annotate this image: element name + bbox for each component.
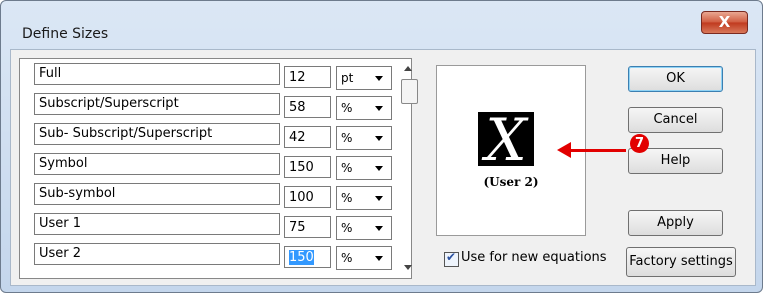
size-label: Symbol — [34, 153, 280, 175]
unit-dropdown[interactable]: % — [336, 186, 392, 210]
unit-value: % — [341, 221, 353, 235]
apply-button[interactable]: Apply — [628, 210, 723, 236]
size-list: Full 12 pt Subscript/Superscript 58 % Su… — [19, 58, 418, 279]
unit-dropdown[interactable]: % — [336, 156, 392, 180]
factory-settings-button[interactable]: Factory settings — [626, 247, 736, 277]
size-value-input[interactable]: 58 — [284, 96, 331, 118]
size-row-sub-subscript: Sub- Subscript/Superscript 42 % — [20, 119, 411, 150]
size-row-symbol: Symbol 150 % — [20, 149, 411, 180]
unit-value: % — [341, 101, 353, 115]
size-value-text: 150 — [289, 250, 314, 265]
scroll-up-icon[interactable] — [404, 66, 412, 71]
define-sizes-dialog: Define Sizes X Full 12 pt Subscript/Supe… — [0, 0, 763, 293]
size-label: Full — [34, 63, 280, 85]
unit-dropdown[interactable]: % — [336, 96, 392, 120]
preview-caption: (User 2) — [483, 175, 539, 189]
unit-value: pt — [341, 71, 354, 85]
close-icon: X — [718, 13, 731, 31]
size-label: Sub- Subscript/Superscript — [34, 123, 280, 145]
dialog-client-area: Full 12 pt Subscript/Superscript 58 % Su… — [10, 49, 756, 286]
size-row-sub-symbol: Sub-symbol 100 % — [20, 179, 411, 210]
size-value-input[interactable]: 42 — [284, 126, 331, 148]
size-value-text: 42 — [289, 130, 306, 145]
unit-dropdown[interactable]: % — [336, 126, 392, 150]
close-button[interactable]: X — [701, 11, 748, 34]
unit-value: % — [341, 191, 353, 205]
annotation-arrow-icon — [557, 142, 571, 158]
size-value-input-selected[interactable]: 150 — [284, 246, 331, 268]
dropdown-arrow-icon — [375, 256, 383, 261]
size-value-text: 58 — [289, 100, 306, 115]
unit-dropdown[interactable]: % — [336, 216, 392, 240]
size-value-input[interactable]: 100 — [284, 186, 331, 208]
size-value-input[interactable]: 12 — [284, 66, 331, 88]
size-label: Sub-symbol — [34, 183, 280, 205]
dropdown-arrow-icon — [375, 136, 383, 141]
scroll-thumb[interactable] — [401, 79, 418, 104]
dropdown-arrow-icon — [375, 166, 383, 171]
size-value-text: 100 — [289, 190, 314, 205]
cancel-button[interactable]: Cancel — [628, 107, 723, 133]
size-value-input[interactable]: 150 — [284, 156, 331, 178]
size-row-user1: User 1 75 % — [20, 209, 411, 240]
size-value-input[interactable]: 75 — [284, 216, 331, 238]
scroll-down-icon[interactable] — [404, 265, 412, 270]
unit-value: % — [341, 251, 353, 265]
checkmark-icon: ✔ — [446, 250, 457, 264]
unit-dropdown[interactable]: pt — [336, 66, 392, 90]
unit-value: % — [341, 161, 353, 175]
preview-glyph: X — [478, 111, 534, 169]
dialog-title: Define Sizes — [22, 26, 109, 42]
unit-dropdown[interactable]: % — [336, 246, 392, 270]
title-bar[interactable]: Define Sizes X — [1, 1, 762, 49]
dropdown-arrow-icon — [375, 196, 383, 201]
dropdown-arrow-icon — [375, 76, 383, 81]
size-row-subscript: Subscript/Superscript 58 % — [20, 89, 411, 120]
use-for-new-equations-checkbox[interactable]: ✔ — [444, 250, 459, 267]
step-badge: 7 — [630, 134, 649, 153]
size-value-text: 12 — [289, 70, 306, 85]
size-row-full: Full 12 pt — [20, 59, 411, 90]
checkbox-label[interactable]: Use for new equations — [461, 250, 607, 265]
size-label: Subscript/Superscript — [34, 93, 280, 115]
dropdown-arrow-icon — [375, 106, 383, 111]
unit-value: % — [341, 131, 353, 145]
size-label: User 2 — [34, 243, 280, 265]
dropdown-arrow-icon — [375, 226, 383, 231]
vertical-scrollbar[interactable] — [401, 59, 418, 278]
annotation-arrow-line — [570, 149, 626, 152]
size-value-text: 75 — [289, 220, 306, 235]
size-label: User 1 — [34, 213, 280, 235]
size-value-text: 150 — [289, 160, 314, 175]
ok-button[interactable]: OK — [628, 66, 723, 92]
size-row-user2: User 2 150 % — [20, 239, 411, 270]
